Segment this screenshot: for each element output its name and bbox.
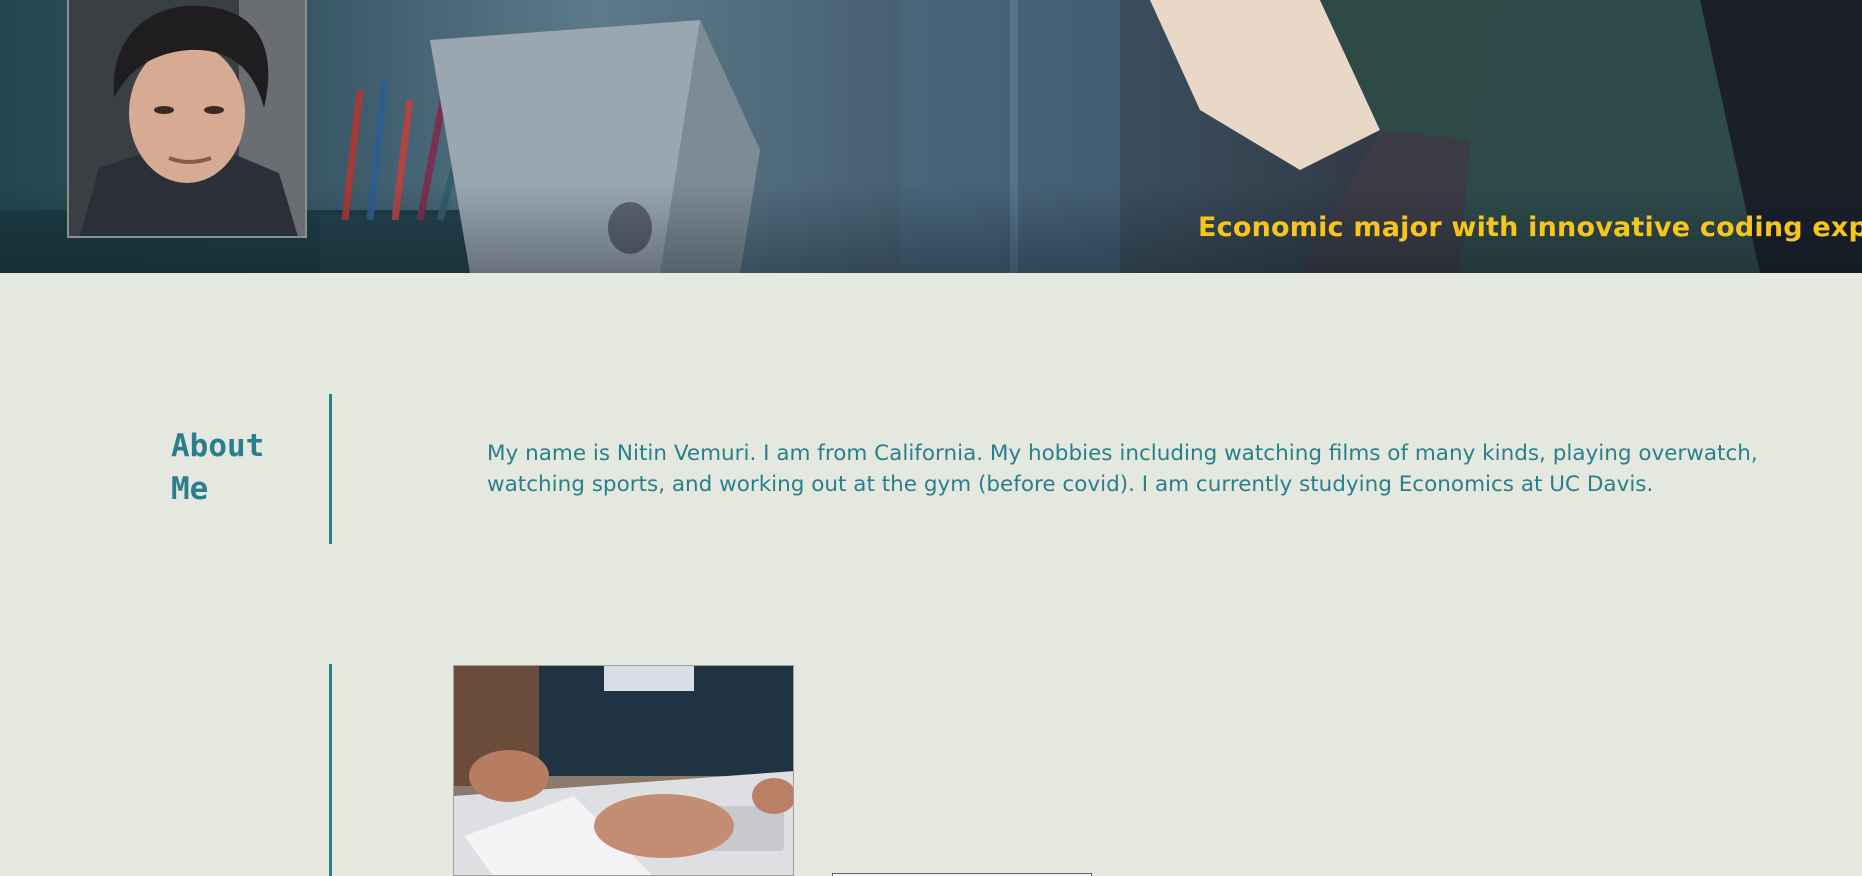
hero-banner: Economic major with innovative coding ex… bbox=[0, 0, 1862, 273]
hero-tagline: Economic major with innovative coding ex… bbox=[1198, 212, 1862, 243]
about-paragraph: My name is Nitin Vemuri. I am from Calif… bbox=[487, 441, 1758, 497]
about-heading: About Me bbox=[171, 428, 265, 507]
page: Economic major with innovative coding ex… bbox=[0, 0, 1862, 876]
section-divider bbox=[329, 664, 332, 876]
section-image bbox=[453, 665, 794, 876]
profile-photo bbox=[69, 0, 305, 236]
profile-avatar bbox=[67, 0, 307, 238]
handshake-photo bbox=[454, 666, 793, 875]
about-divider bbox=[329, 394, 332, 544]
